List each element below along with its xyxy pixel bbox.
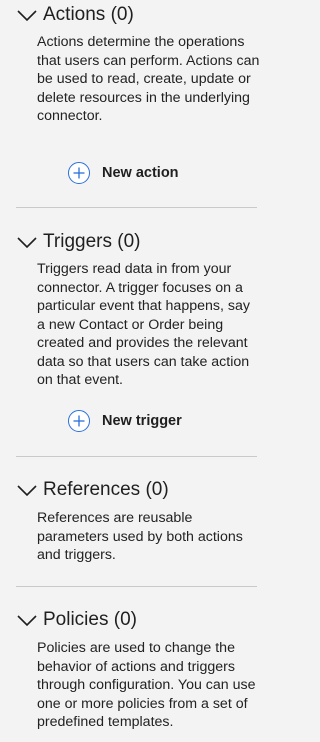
chevron-down-icon[interactable]: [16, 7, 38, 23]
actions-section-title: Actions (0): [43, 4, 134, 25]
triggers-section-title: Triggers (0): [43, 231, 141, 252]
new-trigger-label: New trigger: [102, 413, 182, 429]
triggers-description: Triggers read data in from your connecto…: [37, 261, 250, 388]
section-divider: [16, 207, 257, 208]
chevron-down-icon[interactable]: [16, 234, 38, 250]
new-trigger-button[interactable]: New trigger: [68, 408, 182, 434]
policies-section-title: Policies (0): [43, 609, 137, 630]
chevron-down-icon[interactable]: [16, 612, 38, 628]
actions-section-header[interactable]: Actions (0): [16, 0, 134, 30]
new-action-label: New action: [102, 165, 179, 181]
references-section-header[interactable]: References (0): [16, 475, 169, 505]
plus-circle-icon: [68, 162, 90, 184]
definition-panel: Actions (0) Actions determine the operat…: [0, 0, 272, 742]
chevron-down-icon[interactable]: [16, 482, 38, 498]
new-action-button[interactable]: New action: [68, 160, 179, 186]
section-divider: [16, 456, 257, 457]
policies-description: Policies are used to change the behavior…: [37, 640, 256, 730]
references-description: References are reusable parameters used …: [37, 510, 243, 563]
section-divider: [16, 586, 257, 587]
plus-circle-icon: [68, 410, 90, 432]
triggers-section-header[interactable]: Triggers (0): [16, 227, 140, 257]
references-section-title: References (0): [43, 479, 169, 500]
actions-description: Actions determine the operations that us…: [37, 34, 260, 124]
policies-section-header[interactable]: Policies (0): [16, 605, 137, 635]
